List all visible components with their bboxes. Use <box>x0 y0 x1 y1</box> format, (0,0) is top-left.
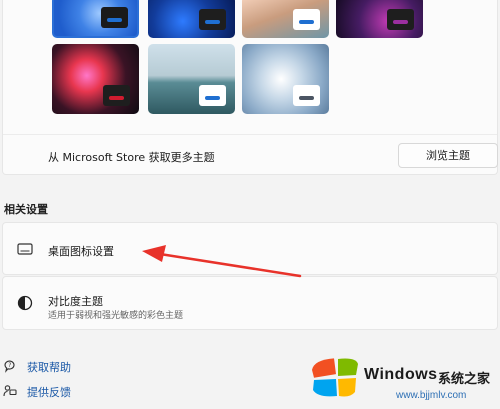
monitor-icon <box>17 243 33 258</box>
theme-chip <box>199 85 226 106</box>
theme-chip <box>293 9 320 30</box>
watermark-brand: Windows <box>364 366 438 383</box>
give-feedback-label: 提供反馈 <box>27 386 71 399</box>
store-row: 从 Microsoft Store 获取更多主题 浏览主题 <box>3 134 498 174</box>
desktop-icon-settings-label: 桌面图标设置 <box>48 245 114 258</box>
theme-tile-3[interactable] <box>242 0 329 38</box>
watermark-site-name: 系统之家 <box>438 372 491 387</box>
section-title-related: 相关设置 <box>4 203 48 216</box>
browse-themes-button[interactable]: 浏览主题 <box>398 143 498 168</box>
theme-tile-7[interactable] <box>242 44 329 114</box>
svg-text:?: ? <box>8 362 11 369</box>
theme-chip <box>103 85 130 106</box>
get-help-label: 获取帮助 <box>27 361 71 374</box>
watermark: Windows 系统之家 www.bjjmlv.com <box>310 354 500 409</box>
help-icon: ? <box>3 359 17 376</box>
store-label: 从 Microsoft Store 获取更多主题 <box>48 151 215 164</box>
theme-chip <box>387 9 414 30</box>
contrast-themes-item[interactable]: 对比度主题 适用于弱视和强光敏感的彩色主题 <box>2 276 498 330</box>
watermark-url: www.bjjmlv.com <box>396 390 467 401</box>
desktop-icon-settings-item[interactable]: 桌面图标设置 <box>2 222 498 275</box>
theme-chip <box>101 7 128 28</box>
contrast-themes-description: 适用于弱视和强光敏感的彩色主题 <box>48 311 184 321</box>
contrast-themes-label: 对比度主题 <box>48 295 103 308</box>
contrast-icon <box>17 295 33 314</box>
theme-tile-5[interactable] <box>52 44 139 114</box>
theme-tile-4[interactable] <box>336 0 423 38</box>
theme-panel: 从 Microsoft Store 获取更多主题 浏览主题 <box>2 0 498 175</box>
theme-chip <box>293 85 320 106</box>
theme-tile-2[interactable] <box>148 0 235 38</box>
theme-chip <box>199 9 226 30</box>
theme-tile-1[interactable] <box>52 0 139 38</box>
theme-tile-6[interactable] <box>148 44 235 114</box>
windows-logo-icon <box>312 358 358 397</box>
feedback-icon <box>3 384 17 401</box>
